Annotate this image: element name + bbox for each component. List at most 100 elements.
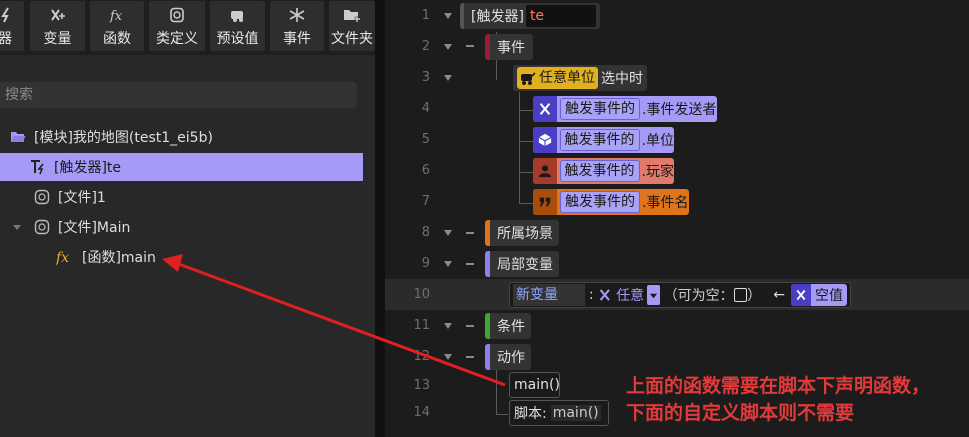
toolbar-label: 类定义 (156, 31, 198, 47)
line-number: 1 (421, 8, 430, 23)
quote-icon (533, 189, 557, 215)
variable-icon (533, 96, 557, 122)
scene-section[interactable]: 所属场景 (485, 220, 559, 246)
tree-item-file-main[interactable]: [文件]Main (0, 213, 375, 241)
guide-line (519, 110, 533, 111)
search-input[interactable]: 搜索 (0, 82, 357, 108)
variable-icon (50, 9, 65, 21)
type-label: 任意 (616, 288, 645, 304)
trigger-event-chip[interactable]: 触发事件的 (559, 129, 640, 151)
chevron-down-icon[interactable] (12, 222, 22, 232)
new-var-input[interactable]: 新变量 (513, 284, 585, 306)
nullable-checkbox[interactable] (733, 288, 748, 302)
toolbar-preset-button[interactable]: 预设值 (210, 1, 265, 51)
toolbar-folder-button[interactable]: 文件夹 (329, 1, 375, 51)
event-any-unit-selected[interactable]: 任意单位 选中时 (513, 65, 647, 91)
search-placeholder: 搜索 (5, 87, 33, 103)
svg-text:fx: fx (56, 250, 69, 265)
line-number: 8 (421, 225, 430, 240)
trigger-icon (1, 7, 9, 23)
line-number: 14 (413, 405, 430, 420)
script-input[interactable]: main() (550, 405, 601, 421)
toolbar-function-button[interactable]: fx 函数 (90, 1, 144, 51)
toolbar-label: 预设值 (216, 31, 259, 47)
toolbar-class-button[interactable]: 类定义 (149, 1, 205, 51)
panel-divider[interactable] (375, 0, 385, 437)
tree-item-label: [文件]1 (58, 190, 106, 206)
trigger-event-chip[interactable]: 触发事件的 (560, 98, 640, 120)
toolbar-variable-button[interactable]: 变量 (30, 1, 85, 51)
tree-item-label: [触发器]te (54, 160, 122, 176)
event-icon (289, 8, 305, 22)
variable-icon (791, 284, 811, 306)
trigger-name-input[interactable]: te (525, 5, 596, 27)
function-icon: fx (56, 250, 69, 265)
tree-item-trigger[interactable]: [触发器]te (0, 153, 363, 181)
script-statement[interactable]: 脚本: main() (509, 400, 609, 426)
player-label: .玩家 (641, 164, 674, 180)
folder-add-icon (344, 10, 360, 22)
action-section[interactable]: 动作 (485, 344, 531, 370)
line-number: 10 (413, 287, 430, 302)
function-icon: fx (109, 9, 123, 23)
toolbar-label: 器 (0, 31, 12, 47)
any-unit-label: 任意单位 (539, 70, 595, 86)
guide-line (519, 92, 520, 204)
preset-icon (230, 11, 243, 22)
line-number: 3 (421, 70, 430, 85)
param-event-name[interactable]: 触发事件的 .事件名 (533, 189, 689, 215)
player-icon (533, 158, 557, 184)
type-dropdown[interactable] (647, 285, 660, 305)
event-name-label: .事件名 (642, 195, 689, 211)
function-call-main[interactable]: main() (509, 372, 560, 398)
left-panel: 器 变量 fx 函数 类定义 预设值 事件 文件夹 搜索 [模块]我的地图(te… (0, 0, 375, 437)
guide-line (519, 141, 533, 142)
tree-item-function-main[interactable]: fx [函数]main (0, 243, 375, 271)
param-player[interactable]: 触发事件的 .玩家 (533, 158, 674, 184)
local-vars-section[interactable]: 局部变量 (485, 251, 559, 277)
file-icon (34, 219, 50, 235)
local-vars-label: 局部变量 (497, 257, 553, 273)
trigger-header[interactable]: [触发器] te (460, 3, 600, 29)
line-number: 6 (421, 163, 430, 178)
event-section-label: 事件 (497, 40, 525, 56)
colon-label: : (588, 287, 594, 303)
param-event-sender[interactable]: 触发事件的 .事件发送者 (533, 96, 717, 122)
file-icon (34, 189, 50, 205)
toolbar-label: 函数 (103, 31, 131, 47)
event-section[interactable]: 事件 (485, 34, 533, 60)
line-number: 9 (421, 256, 430, 271)
svg-text:fx: fx (109, 9, 123, 23)
toolbar-trigger-button[interactable]: 器 (0, 1, 24, 51)
class-icon (170, 7, 184, 23)
null-value-label: 空值 (815, 288, 843, 304)
toolbar-event-button[interactable]: 事件 (270, 1, 324, 51)
trigger-label: [触发器] (471, 9, 524, 25)
scene-section-label: 所属场景 (497, 226, 553, 242)
annotation-line-2: 下面的自定义脚本则不需要 (626, 402, 855, 424)
any-unit-chip[interactable]: 任意单位 (517, 67, 598, 89)
cube-icon (533, 127, 557, 153)
script-label: 脚本: (514, 406, 547, 422)
nullable-label: （可为空： (663, 288, 734, 304)
tree-item-module[interactable]: [模块]我的地图(test1_ei5b) (0, 123, 375, 151)
line-number: 4 (421, 101, 430, 116)
tree-item-label: [函数]main (82, 250, 156, 266)
assign-arrow: ← (773, 287, 785, 303)
line-number: 11 (413, 318, 430, 333)
event-sender-label: .事件发送者 (642, 102, 717, 118)
param-unit[interactable]: 触发事件的 .单位 (533, 127, 674, 153)
condition-section[interactable]: 条件 (485, 313, 531, 339)
null-value-chip[interactable]: 空值 (791, 284, 847, 306)
variable-declaration[interactable]: 新变量 : 任意 （可为空： ） ← 空值 (509, 282, 851, 308)
trigger-event-chip[interactable]: 触发事件的 (559, 160, 640, 182)
trigger-event-chip[interactable]: 触发事件的 (560, 191, 640, 213)
unit-label: .单位 (641, 133, 674, 149)
unit-cart-icon (521, 72, 536, 85)
line-number: 12 (413, 349, 430, 364)
guide-line (496, 414, 508, 415)
line-number: 13 (413, 378, 430, 393)
variable-icon (599, 289, 610, 301)
tree-item-file-1[interactable]: [文件]1 (0, 183, 375, 211)
toolbar-label: 变量 (43, 31, 72, 47)
